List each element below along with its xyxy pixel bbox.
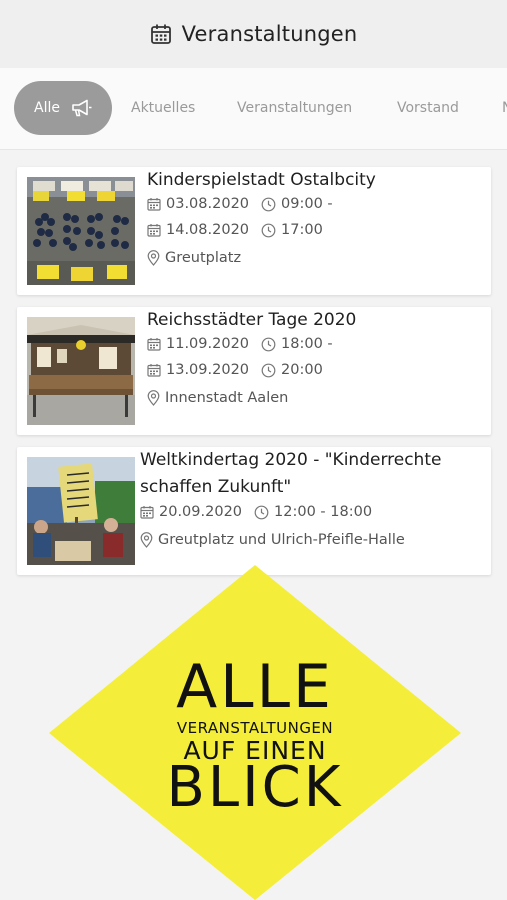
event-image — [27, 177, 135, 285]
promo-line-blick: BLICK — [166, 755, 344, 820]
clock-icon — [261, 337, 276, 352]
calendar-icon — [147, 223, 161, 237]
event-image — [27, 457, 135, 565]
event-start-date: 11.09.2020 — [166, 336, 250, 352]
clock-icon — [254, 505, 269, 520]
event-card[interactable]: Kinderspielstadt Ostalbcity 03.08.2020 0… — [17, 167, 491, 295]
event-start-time: 09:00 - — [281, 196, 333, 212]
calendar-icon — [147, 337, 161, 351]
event-location: Innenstadt Aalen — [165, 390, 289, 406]
event-location-row: Greutplatz — [147, 250, 241, 266]
event-image — [27, 317, 135, 425]
event-location: Greutplatz — [165, 250, 242, 266]
event-time: 12:00 - 18:00 — [274, 504, 373, 520]
calendar-icon — [140, 505, 154, 519]
map-pin-icon — [147, 390, 160, 406]
event-start-row: 03.08.2020 09:00 - — [147, 196, 333, 212]
clock-icon — [261, 197, 276, 212]
event-title: Reichsstädter Tage 2020 — [147, 310, 357, 330]
event-date-row: 20.09.2020 12:00 - 18:00 — [140, 504, 372, 520]
map-pin-icon — [140, 532, 153, 548]
event-end-row: 14.08.2020 17:00 — [147, 222, 323, 238]
event-location-row: Greutplatz und Ulrich-Pfeifle-Halle — [140, 532, 405, 548]
event-location-row: Innenstadt Aalen — [147, 390, 288, 406]
tab-more[interactable]: N — [502, 81, 507, 135]
calendar-icon — [147, 363, 161, 377]
event-end-time: 17:00 — [281, 222, 323, 238]
app-header: Veranstaltungen — [0, 0, 507, 68]
promo-line-veranstaltungen: VERANSTALTUNGEN — [176, 719, 334, 737]
category-tabs: Alle Aktuelles Veranstaltungen Vorstand … — [0, 68, 507, 150]
clock-icon — [261, 223, 276, 238]
event-title: Kinderspielstadt Ostalbcity — [147, 170, 376, 190]
event-start-time: 18:00 - — [281, 336, 333, 352]
event-date: 20.09.2020 — [159, 504, 243, 520]
tab-aktuelles[interactable]: Aktuelles — [131, 81, 195, 135]
promo-line-alle: ALLE — [176, 652, 334, 722]
megaphone-icon — [70, 98, 92, 118]
event-start-row: 11.09.2020 18:00 - — [147, 336, 333, 352]
tab-vorstand[interactable]: Vorstand — [397, 81, 459, 135]
promo-banner: ALLE VERANSTALTUNGEN AUF EINEN BLICK — [49, 565, 461, 900]
event-end-time: 20:00 — [281, 362, 323, 378]
tab-alle[interactable]: Alle — [14, 81, 112, 135]
event-title-line1: Weltkindertag 2020 - "Kinderrechte — [140, 450, 442, 470]
event-end-date: 14.08.2020 — [166, 222, 250, 238]
event-start-date: 03.08.2020 — [166, 196, 250, 212]
calendar-icon — [147, 197, 161, 211]
map-pin-icon — [147, 250, 160, 266]
event-title-line2: schaffen Zukunft" — [140, 477, 292, 497]
event-end-row: 13.09.2020 20:00 — [147, 362, 323, 378]
event-card[interactable]: Weltkindertag 2020 - "Kinderrechte schaf… — [17, 447, 491, 575]
calendar-icon — [150, 23, 172, 45]
tab-label: Alle — [34, 100, 60, 116]
clock-icon — [261, 363, 276, 378]
tab-veranstaltungen[interactable]: Veranstaltungen — [237, 81, 352, 135]
event-end-date: 13.09.2020 — [166, 362, 250, 378]
page-title: Veranstaltungen — [181, 22, 358, 46]
event-card[interactable]: Reichsstädter Tage 2020 11.09.2020 18:00… — [17, 307, 491, 435]
event-location: Greutplatz und Ulrich-Pfeifle-Halle — [158, 532, 405, 548]
